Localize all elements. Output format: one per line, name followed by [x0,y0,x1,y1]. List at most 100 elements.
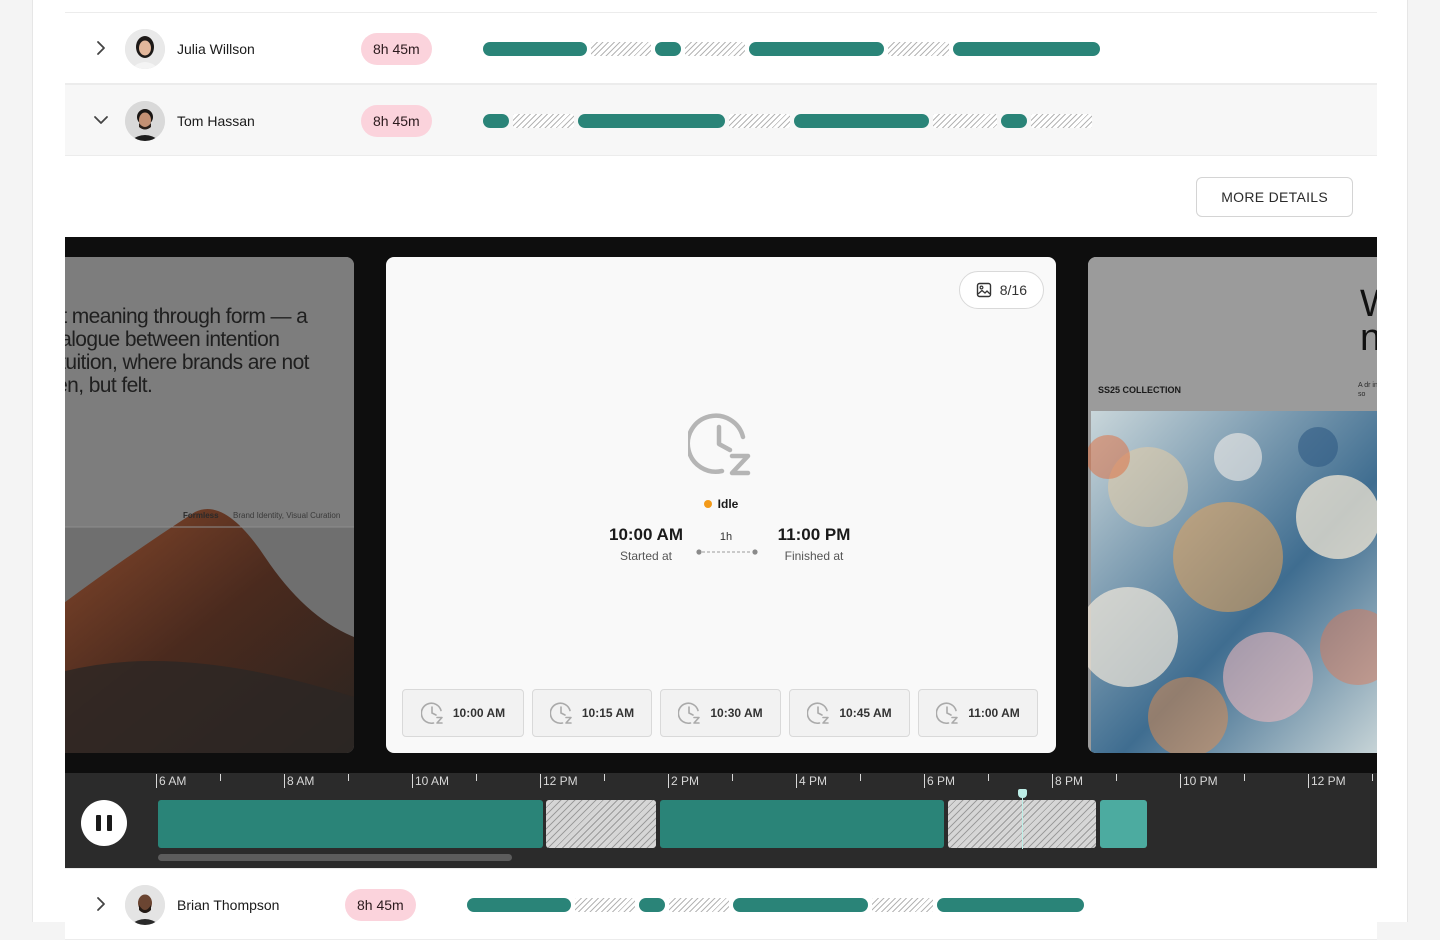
pause-icon [96,815,112,831]
activity-idle-segment[interactable] [1031,114,1092,128]
team-timeline: Julia Willson 8h 45m Tom Hassan 8h 45m M… [65,0,1377,940]
activity-idle-segment[interactable] [669,898,729,912]
tick-label: 12 PM [1308,774,1346,788]
details-section: MORE DETAILS [65,157,1377,237]
tick-minor [348,774,349,781]
activity-work-segment[interactable] [733,898,868,912]
avatar [125,29,165,69]
thumbnail[interactable]: 10:45 AM [789,689,910,737]
activity-idle-segment[interactable] [888,42,949,56]
chevron-right-icon[interactable] [93,896,109,912]
screenshot-viewer: aft meaning through form — a dialogue be… [65,237,1377,773]
tick-minor [220,774,221,781]
thumbnail-time: 10:30 AM [710,706,763,720]
user-row-brian[interactable]: Brian Thompson 8h 45m [65,868,1377,940]
chevron-right-icon[interactable] [93,40,109,56]
tick-label: 10 PM [1180,774,1218,788]
chevron-down-icon[interactable] [93,112,109,128]
activity-work-segment[interactable] [1001,114,1027,128]
thumbnail-time: 10:00 AM [452,706,506,720]
activity-work-segment[interactable] [467,898,571,912]
tick-minor [1244,774,1245,781]
image-counter[interactable]: 8/16 [958,271,1044,309]
activity-work-segment[interactable] [655,42,681,56]
prev-screenshot[interactable]: aft meaning through form — a dialogue be… [65,257,354,753]
timeline-current-segment[interactable] [1100,800,1147,848]
avatar [125,885,165,925]
current-screenshot-card: 8/16 Idle 10:00 AM Started at 1h 11:00 P… [386,257,1056,753]
next-screenshot[interactable]: W n SS25 COLLECTION A dr in so [1088,257,1377,753]
finished-time: 11:00 PM [777,525,851,544]
tick-minor [476,774,477,781]
finished-label: Finished at [784,549,844,563]
activity-idle-segment[interactable] [575,898,635,912]
thumbnail-strip: 10:00 AM 10:15 AM 10:30 AM 10:45 AM 11:0… [402,689,1038,737]
timeline-work-segment[interactable] [660,800,944,848]
timeline-work-segment[interactable] [158,800,543,848]
next-collection-label: SS25 COLLECTION [1098,385,1182,395]
avatar [125,101,165,141]
prev-caption-title: Formless [183,511,219,520]
user-row-julia[interactable]: Julia Willson 8h 45m [65,12,1377,84]
playhead-handle[interactable] [1018,789,1027,798]
activity-idle-segment[interactable] [685,42,745,56]
user-row-tom[interactable]: Tom Hassan 8h 45m [65,84,1377,156]
next-blurb: A dr in so [1358,382,1377,398]
user-name: Julia Willson [177,41,255,57]
day-timeline[interactable]: 6 AM 8 AM 10 AM 12 PM 2 PM 4 PM 6 PM 8 P… [65,773,1377,868]
activity-work-segment[interactable] [749,42,884,56]
user-name: Brian Thompson [177,897,280,913]
page-panel: Julia Willson 8h 45m Tom Hassan 8h 45m M… [32,0,1408,940]
tick-label: 8 AM [284,774,314,788]
next-screenshot-image [1088,257,1377,753]
activity-work-segment[interactable] [639,898,665,912]
next-screenshot-heading: W n [1360,285,1377,359]
activity-work-segment[interactable] [794,114,929,128]
more-details-button[interactable]: MORE DETAILS [1196,177,1353,217]
idle-dot-icon [703,500,712,508]
hours-badge: 8h 45m [345,889,416,921]
activity-idle-segment[interactable] [872,898,933,912]
activity-bar [483,42,1100,56]
idle-clock-icon [688,413,751,476]
duration-label: 1h [719,531,733,543]
timeline-idle-segment[interactable] [546,800,656,848]
tick-label: 8 PM [1052,774,1083,788]
timeline-scrollbar[interactable] [158,854,512,861]
idle-clock-icon [420,702,443,725]
activity-idle-segment[interactable] [933,114,997,128]
thumbnail[interactable]: 10:30 AM [660,689,781,737]
duration-connector [696,549,758,555]
status-text: Idle [717,497,739,511]
thumbnail-time: 10:15 AM [581,706,635,720]
tick-minor [988,774,989,781]
activity-work-segment[interactable] [578,114,725,128]
thumbnail[interactable]: 10:15 AM [532,689,652,737]
activity-idle-segment[interactable] [513,114,574,128]
thumbnail[interactable]: 10:00 AM [402,689,524,737]
activity-bar [467,898,1084,912]
tick-label: 12 PM [540,774,578,788]
thumbnail[interactable]: 11:00 AM [918,689,1038,737]
activity-idle-segment[interactable] [591,42,651,56]
tick-label: 2 PM [668,774,699,788]
idle-clock-icon [807,702,830,725]
pause-button[interactable] [81,800,127,846]
user-name: Tom Hassan [177,113,255,129]
tick-minor [604,774,605,781]
started-block: 10:00 AM Started at [596,525,696,563]
playhead[interactable] [1022,789,1023,849]
activity-work-segment[interactable] [937,898,1084,912]
activity-idle-segment[interactable] [729,114,790,128]
tick-minor [860,774,861,781]
activity-work-segment[interactable] [483,114,509,128]
idle-clock-icon [549,702,572,725]
activity-work-segment[interactable] [953,42,1100,56]
idle-clock-icon [678,702,701,725]
idle-clock-icon [936,702,959,725]
tick-minor [1372,774,1373,781]
activity-work-segment[interactable] [483,42,587,56]
tick-label: 4 PM [796,774,827,788]
tick-label: 6 AM [156,774,186,788]
started-time: 10:00 AM [608,525,683,544]
